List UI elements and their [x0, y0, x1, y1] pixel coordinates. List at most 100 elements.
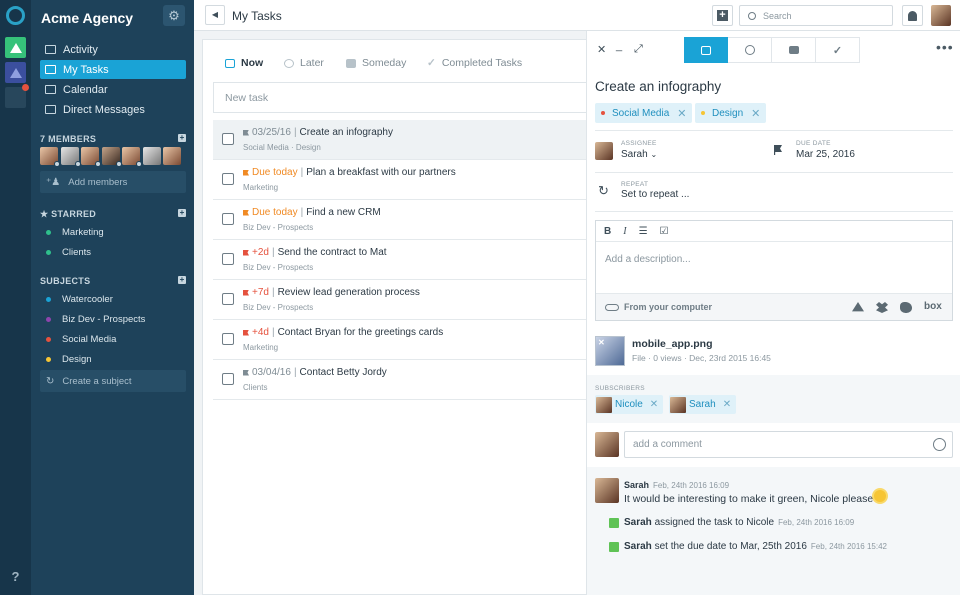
tag-social-media[interactable]: Social Media ✕	[595, 103, 693, 123]
due-date-event-icon	[609, 542, 619, 552]
tab-now[interactable]	[684, 37, 728, 63]
remove-subscriber-icon[interactable]: ✕	[723, 399, 731, 410]
task-row[interactable]: +2d | Send the contract to Mat Biz Dev - P…	[213, 240, 587, 280]
avatar[interactable]	[163, 147, 181, 165]
sidebar-item-marketing[interactable]: Marketing	[40, 224, 186, 240]
subscribers-section: SUBSCRIBERS Nicole ✕ Sarah ✕	[587, 375, 960, 423]
bold-button[interactable]: B	[604, 226, 611, 237]
search-input[interactable]: Search	[739, 5, 893, 26]
avatar[interactable]	[40, 147, 60, 167]
tab-someday[interactable]	[772, 37, 816, 63]
bell-icon	[908, 10, 917, 21]
tab-complete[interactable]: ✓	[816, 37, 860, 63]
help-button[interactable]: ?	[0, 569, 31, 584]
sidebar-item-design[interactable]: Design	[40, 351, 186, 367]
task-checkbox[interactable]	[222, 133, 234, 145]
activity-feed: Sarah Feb, 24th 2016 16:09 It would be in…	[587, 467, 960, 595]
add-starred-plus-icon[interactable]: +	[178, 209, 186, 217]
workspace-switch-2[interactable]	[5, 62, 26, 83]
checklist-icon[interactable]: ☑	[660, 226, 669, 237]
expand-icon[interactable]: ⤢	[634, 43, 643, 56]
avatar[interactable]	[122, 147, 142, 167]
subjects-section-title: SUBJECTS	[40, 276, 91, 286]
tab-later[interactable]: Later	[284, 57, 324, 69]
tab-later[interactable]	[728, 37, 772, 63]
sidebar-item-direct-messages[interactable]: Direct Messages	[40, 100, 186, 119]
tab-now[interactable]: Now	[225, 57, 263, 69]
sidebar-item-calendar[interactable]: Calendar	[40, 80, 186, 99]
bullet-list-icon[interactable]: ☰	[639, 226, 648, 237]
subscriber-chip[interactable]: Sarah ✕	[669, 395, 737, 414]
remove-tag-icon[interactable]: ✕	[677, 107, 686, 120]
task-row[interactable]: 03/25/16 | Create an infography Social Med…	[213, 120, 587, 160]
dropbox-icon[interactable]	[876, 302, 888, 313]
add-button[interactable]: +	[712, 5, 733, 26]
task-checkbox[interactable]	[222, 213, 234, 225]
sidebar: Acme Agency ⚙ Activity My Tasks Calendar…	[31, 0, 194, 595]
remove-subscriber-icon[interactable]: ✕	[650, 399, 658, 410]
task-checkbox[interactable]	[222, 333, 234, 345]
comment-input[interactable]: add a comment	[624, 431, 953, 458]
remove-tag-icon[interactable]: ✕	[751, 107, 760, 120]
sidebar-item-watercooler[interactable]: Watercooler	[40, 291, 186, 307]
upload-from-computer-button[interactable]: From your computer	[605, 302, 712, 312]
user-avatar[interactable]	[931, 5, 951, 26]
avatar[interactable]	[101, 147, 122, 167]
task-checkbox[interactable]	[222, 173, 234, 185]
avatar[interactable]	[142, 147, 161, 165]
task-checkbox[interactable]	[222, 253, 234, 265]
notifications-button[interactable]	[902, 5, 923, 26]
divider	[595, 211, 953, 212]
task-row[interactable]: Due today | Plan a breakfast with our part…	[213, 160, 587, 200]
add-subject-plus-icon[interactable]: +	[178, 276, 186, 284]
avatar[interactable]	[81, 147, 101, 167]
minimize-icon[interactable]: _	[616, 40, 622, 52]
task-row[interactable]: +4d | Contact Bryan for the greetings card…	[213, 320, 587, 360]
google-drive-icon[interactable]	[852, 302, 864, 312]
collapse-sidebar-button[interactable]: ◀	[205, 5, 225, 25]
file-name[interactable]: mobile_app.png	[632, 338, 713, 350]
more-options-icon[interactable]: •••	[936, 39, 954, 55]
sidebar-item-label: Social Media	[62, 333, 117, 345]
due-date-value[interactable]: Mar 25, 2016	[796, 149, 855, 160]
new-task-input[interactable]: New task	[213, 82, 587, 113]
tab-someday[interactable]: Someday	[346, 57, 406, 69]
file-thumbnail[interactable]: ✕	[595, 336, 625, 366]
assignee-select[interactable]: Sarah ⌄	[621, 149, 657, 160]
app-logo-icon[interactable]	[6, 6, 25, 25]
task-row[interactable]: +7d | Review lead generation process Biz D…	[213, 280, 587, 320]
task-checkbox[interactable]	[222, 373, 234, 385]
remove-file-icon[interactable]: ✕	[598, 338, 605, 347]
sidebar-item-activity[interactable]: Activity	[40, 40, 186, 59]
messages-icon	[45, 105, 56, 114]
task-checkbox[interactable]	[222, 293, 234, 305]
sidebar-item-social-media[interactable]: Social Media	[40, 331, 186, 347]
create-subject-button[interactable]: ↻ Create a subject	[40, 370, 186, 392]
repeat-select[interactable]: Set to repeat ...	[621, 189, 689, 200]
subscriber-chip[interactable]: Nicole ✕	[595, 395, 664, 414]
emoji-icon[interactable]	[933, 438, 946, 451]
task-row[interactable]: 03/04/16 | Contact Betty Jordy Clients	[213, 360, 587, 400]
add-members-button[interactable]: ⁺♟ Add members	[40, 171, 186, 193]
task-due: 03/04/16	[252, 367, 291, 378]
tab-completed-tasks[interactable]: ✓ Completed Tasks	[427, 57, 522, 69]
description-input[interactable]: Add a description...	[605, 254, 691, 265]
close-icon[interactable]: ✕	[597, 43, 606, 56]
add-member-plus-icon[interactable]: +	[178, 134, 186, 142]
workspace-switch-acme[interactable]	[5, 37, 26, 58]
box-icon[interactable]: box	[924, 301, 942, 312]
avatar	[670, 396, 686, 413]
flag-icon[interactable]	[774, 145, 782, 155]
italic-button[interactable]: I	[623, 226, 626, 237]
file-meta: File · 0 views · Dec, 23rd 2015 16:45	[632, 353, 771, 363]
sidebar-item-clients[interactable]: Clients	[40, 244, 186, 260]
task-row[interactable]: Due today | Find a new CRM Biz Dev - Prosp…	[213, 200, 587, 240]
sidebar-item-my-tasks[interactable]: My Tasks	[40, 60, 186, 79]
sidebar-item-biz-dev[interactable]: Biz Dev - Prospects	[40, 311, 186, 327]
inbox-icon	[701, 45, 711, 55]
evernote-icon[interactable]	[900, 302, 912, 313]
tag-design[interactable]: Design ✕	[695, 103, 767, 123]
gear-icon[interactable]: ⚙	[163, 5, 185, 26]
assignee-avatar	[595, 142, 613, 160]
avatar[interactable]	[60, 147, 81, 167]
